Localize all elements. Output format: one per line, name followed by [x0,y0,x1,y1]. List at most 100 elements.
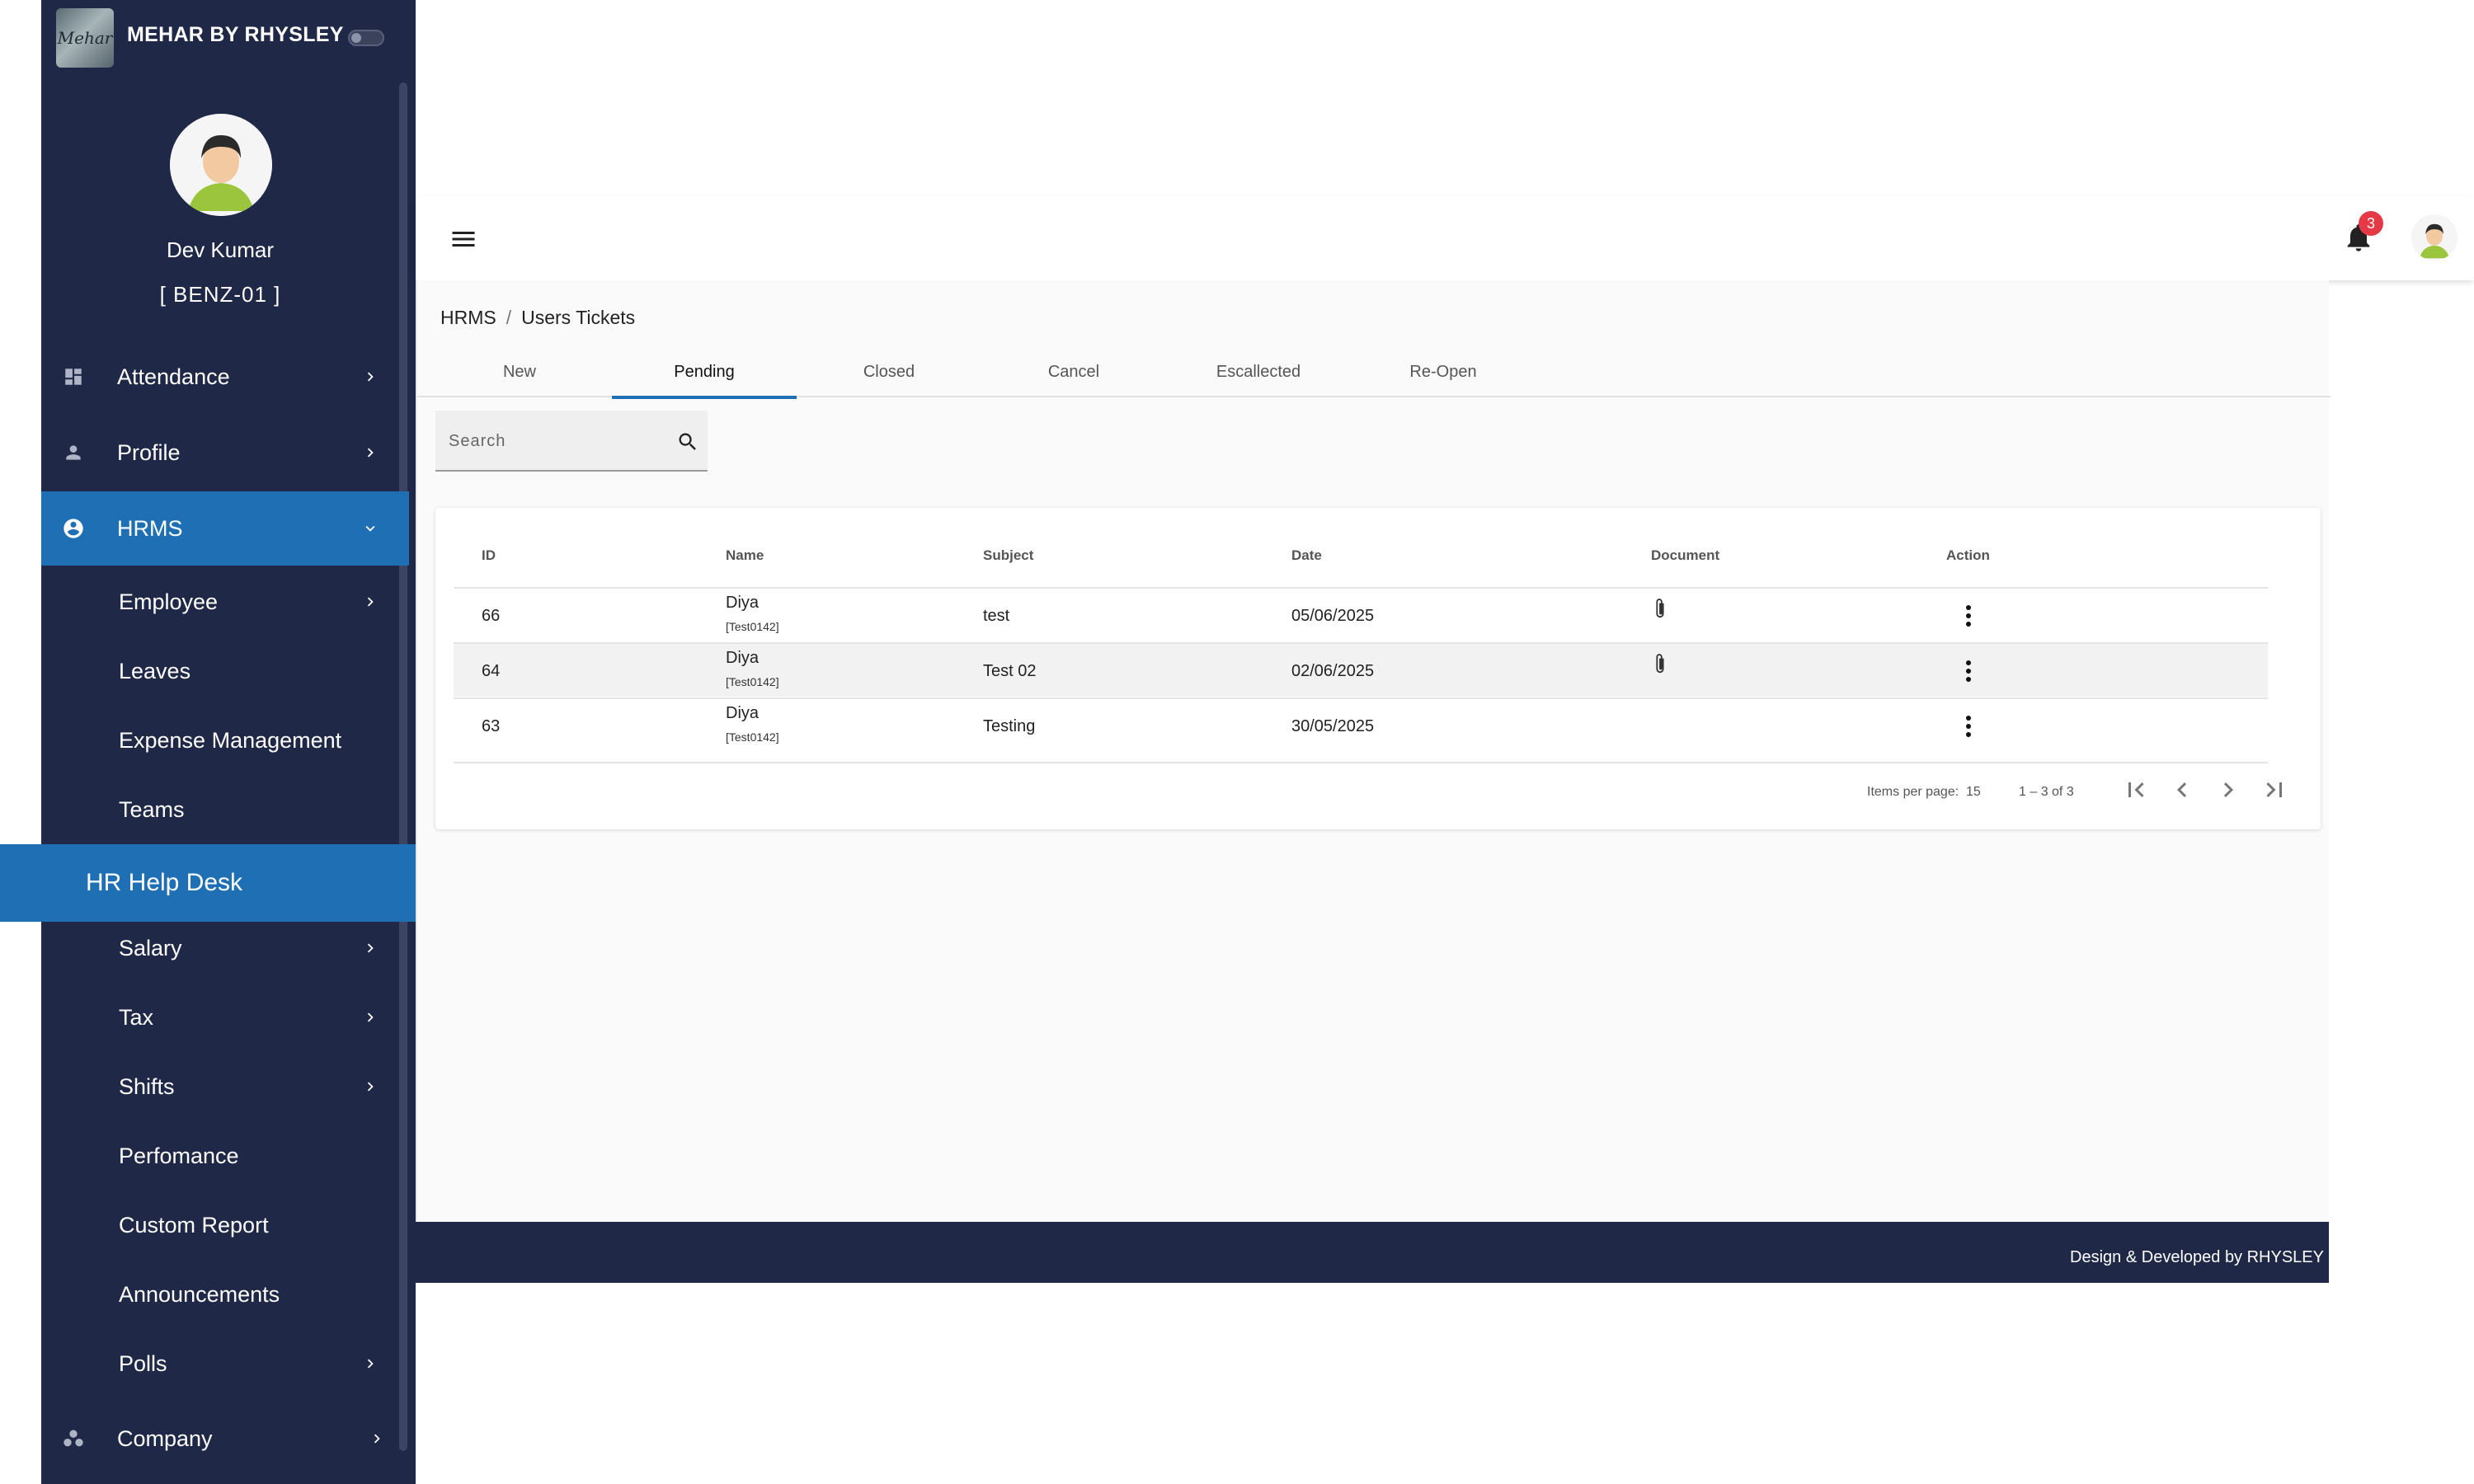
sidebar-item-performance[interactable]: Perfomance [41,1121,409,1190]
cell-id: 66 [482,607,501,625]
sidebar-item-polls[interactable]: Polls [41,1329,409,1398]
sidebar-item-employee[interactable]: Employee [41,567,409,636]
sidebar-item-label: Profile [117,439,181,465]
footer-credit: Design & Developed by RHYSLEY [2070,1248,2324,1266]
account-circle-icon [61,516,86,541]
sidebar-item-label: Attendance [117,364,230,389]
tab-pending[interactable]: Pending [612,346,797,399]
header-id: ID [482,547,496,563]
cell-date: 30/05/2025 [1291,717,1375,735]
sidebar: Mehar MEHAR BY RHYSLEY Dev Kumar [ BENZ-… [0,0,452,1484]
cell-subject: test [983,607,1010,625]
more-vert-icon[interactable] [1964,603,1973,628]
sidebar-item-shifts[interactable]: Shifts [41,1052,409,1121]
sidebar-item-label: Custom Report [119,1212,269,1237]
sidebar-item-leaves[interactable]: Leaves [41,636,409,706]
group-icon [61,1426,86,1451]
sidebar-item-label: Employee [119,589,219,614]
user-code: [ BENZ-01 ] [159,282,281,307]
sidebar-item-tax[interactable]: Tax [41,983,409,1052]
ticket-tabs: New Pending Closed Cancel Escallected Re… [417,346,2331,399]
cell-id: 64 [482,662,501,680]
chevron-right-icon [367,1082,374,1092]
footer: Design & Developed by RHYSLEY [416,1222,2329,1283]
sidebar-item-custom-report[interactable]: Custom Report [41,1190,409,1260]
sidebar-item-announcements[interactable]: Announcements [41,1260,409,1329]
cell-date: 05/06/2025 [1291,607,1375,625]
attachment-icon[interactable] [1651,597,1669,622]
theme-toggle[interactable] [348,30,384,46]
table-divider [454,762,2268,763]
more-vert-icon[interactable] [1964,659,1973,683]
sidebar-item-hrms[interactable]: HRMS [41,491,409,566]
tickets-card: ID Name Subject Date Document Action 66 … [435,508,2321,829]
next-page-icon[interactable] [2213,775,2243,805]
cell-id: 63 [482,717,501,735]
sidebar-header: Mehar MEHAR BY RHYSLEY [41,0,416,79]
table-row[interactable]: 63 Diya [Test0142] Testing 30/05/2025 [454,697,2268,752]
sidebar-item-expense-management[interactable]: Expense Management [41,706,409,775]
items-per-page-select[interactable]: 15 [1966,785,1981,800]
attachment-icon[interactable] [1651,652,1669,677]
sidebar-item-profile[interactable]: Profile [41,416,409,490]
chevron-right-icon [367,372,374,382]
last-page-icon[interactable] [2260,775,2289,805]
sidebar-item-label: Polls [119,1350,167,1376]
sidebar-item-label: Announcements [119,1281,280,1307]
cell-employee-code: [Test0142] [726,675,779,688]
chevron-right-icon [367,597,374,607]
sidebar-item-label: Teams [119,796,185,822]
tab-escallected[interactable]: Escallected [1166,346,1351,397]
cell-date: 02/06/2025 [1291,662,1375,680]
sidebar-item-teams[interactable]: Teams [41,775,409,844]
breadcrumb-current: Users Tickets [521,307,636,328]
breadcrumb-root[interactable]: HRMS [440,307,496,328]
brand-name: MEHAR BY RHYSLEY [127,23,344,46]
sidebar-item-salary[interactable]: Salary [41,913,409,983]
menu-icon[interactable] [449,224,478,254]
sidebar-item-company[interactable]: Company [41,1402,416,1476]
sidebar-item-label: Shifts [119,1073,175,1099]
sidebar-item-label: HRMS [117,515,183,541]
tab-cancel[interactable]: Cancel [981,346,1166,397]
cell-subject: Test 02 [983,662,1037,680]
chevron-right-icon [367,1359,374,1369]
sidebar-item-attendance[interactable]: Attendance [41,340,409,414]
user-avatar[interactable] [2411,214,2458,261]
sidebar-item-hr-help-desk[interactable]: HR Help Desk [0,844,452,922]
table-row[interactable]: 66 Diya [Test0142] test 05/06/2025 [454,587,2268,641]
chevron-right-icon [367,943,374,953]
cell-employee-code: [Test0142] [726,730,779,744]
chevron-right-icon [374,1434,380,1444]
first-page-icon[interactable] [2121,775,2151,805]
header-subject: Subject [983,547,1034,563]
sidebar-item-label: Tax [119,1004,154,1030]
cell-name: Diya [726,594,760,612]
sidebar-item-label: Expense Management [119,727,342,753]
tab-closed[interactable]: Closed [797,346,981,397]
search-icon[interactable] [676,430,699,453]
table-row[interactable]: 64 Diya [Test0142] Test 02 02/06/2025 [454,642,2268,697]
cell-employee-code: [Test0142] [726,620,779,633]
sidebar-item-label: Company [117,1425,213,1451]
chevron-right-icon [367,1012,374,1022]
more-vert-icon[interactable] [1964,714,1973,739]
sidebar-item-label: Salary [119,935,182,960]
cell-name: Diya [726,649,760,667]
avatar [170,114,272,216]
cell-subject: Testing [983,717,1036,735]
header-action: Action [1946,547,1990,563]
tab-re-open[interactable]: Re-Open [1351,346,1536,397]
dashboard-icon [61,364,86,389]
previous-page-icon[interactable] [2167,775,2197,805]
tab-new[interactable]: New [427,346,612,397]
notification-badge: 3 [2359,211,2383,236]
chevron-right-icon [367,448,374,458]
brand-logo: Mehar [56,8,114,68]
breadcrumb-separator: / [506,307,512,328]
sidebar-item-label: Leaves [119,658,191,683]
page-range: 1 – 3 of 3 [2019,785,2074,799]
search-input[interactable]: Search [435,411,708,472]
search-placeholder: Search [449,432,506,450]
chevron-down-icon [365,525,375,532]
